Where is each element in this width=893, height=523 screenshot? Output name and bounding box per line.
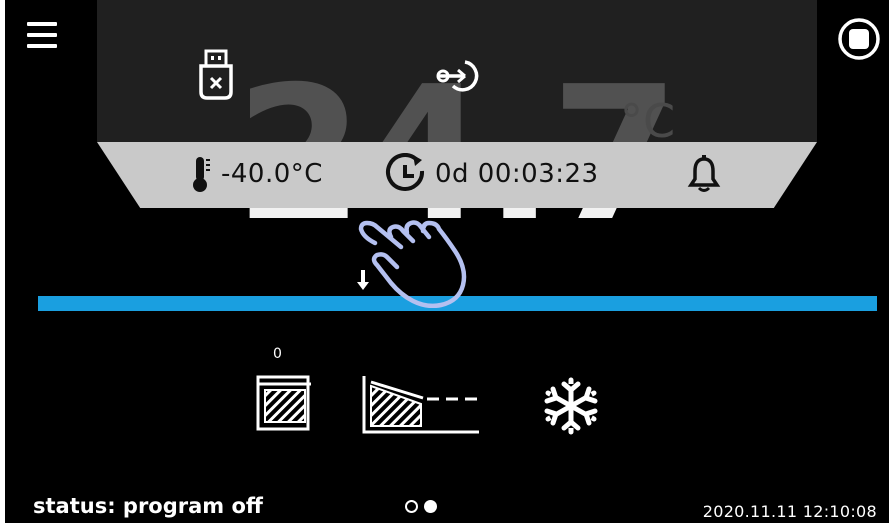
usb-eject-icon[interactable] (197, 48, 235, 106)
stop-button[interactable] (837, 17, 881, 61)
snowflake-icon (541, 376, 601, 440)
page-dot-active[interactable] (424, 500, 437, 513)
quick-menu-overlay (97, 0, 817, 142)
page-indicator[interactable] (405, 500, 437, 513)
setpoint-value: -40.0°C (221, 159, 323, 189)
thermometer-icon (193, 157, 210, 192)
menu-line (27, 22, 57, 26)
clock-timer-icon (386, 153, 425, 191)
ramp-profile-icon[interactable] (361, 374, 483, 440)
key-login-icon[interactable] (435, 58, 483, 98)
program-status: status: program off (33, 494, 263, 518)
setpoint-display[interactable]: -40.0°C (189, 153, 323, 195)
controller-screen: 24.7 °C (5, 0, 889, 523)
segment-counter: 0 (273, 346, 282, 362)
stop-icon (838, 18, 880, 60)
menu-button[interactable] (27, 20, 63, 56)
menu-line (27, 44, 57, 48)
segment-chamber-icon[interactable] (255, 374, 315, 438)
date-time: 2020.11.11 12:10:08 (702, 502, 877, 521)
alarm-button[interactable] (687, 153, 721, 195)
timer-value: 0d 00:03:23 (435, 159, 599, 189)
bell-icon (687, 155, 721, 192)
hand-swipe-icon (355, 213, 490, 312)
menu-line (27, 33, 57, 37)
page-dot[interactable] (405, 500, 418, 513)
timer-display[interactable]: 0d 00:03:23 (385, 153, 599, 195)
info-bar: -40.0°C 0d 00:03:23 (97, 142, 817, 208)
